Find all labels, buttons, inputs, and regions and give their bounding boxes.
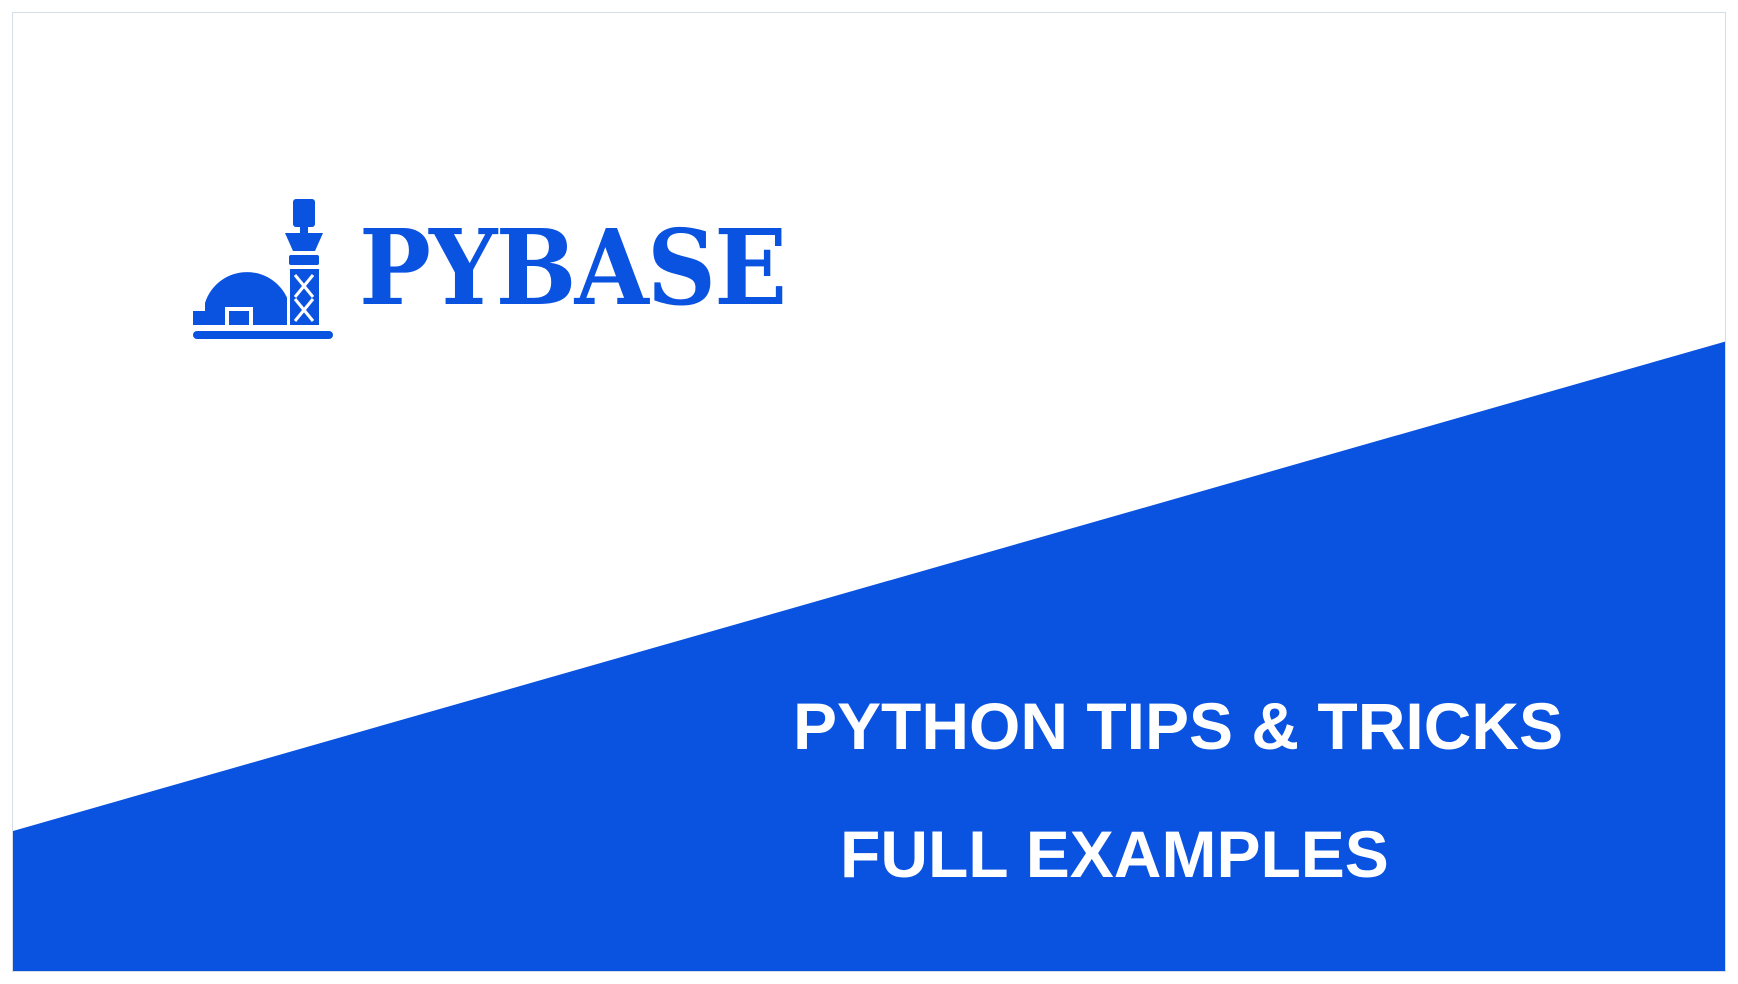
brand-name: PYBASE bbox=[359, 206, 787, 329]
observatory-icon bbox=[193, 199, 333, 339]
page: PYBASE PYTHON TIPS & TRICKS FULL EXAMPLE… bbox=[0, 0, 1738, 984]
banner-subheadline: FULL EXAMPLES bbox=[840, 817, 1389, 891]
banner-card: PYBASE PYTHON TIPS & TRICKS FULL EXAMPLE… bbox=[12, 12, 1726, 972]
banner-headline: PYTHON TIPS & TRICKS bbox=[793, 689, 1564, 763]
brand-logo: PYBASE bbox=[193, 199, 787, 345]
